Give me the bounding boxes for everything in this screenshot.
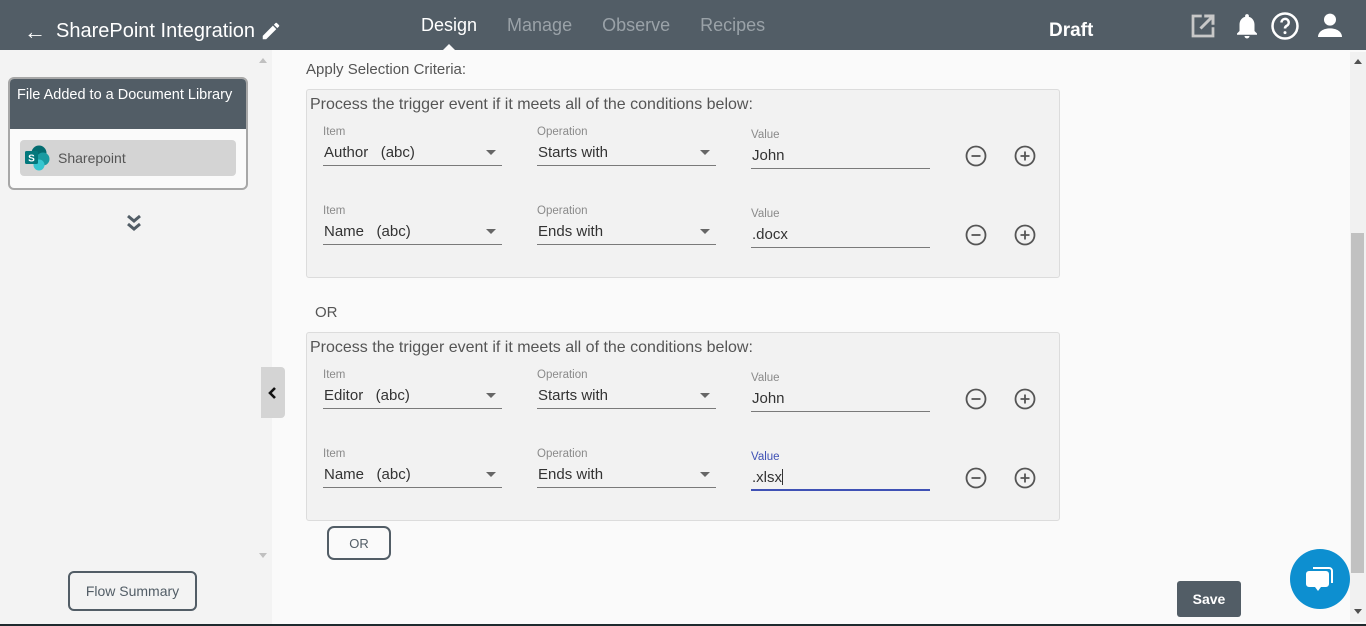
main-tabs: Design Manage Observe Recipes xyxy=(421,0,795,51)
value-input[interactable]: Value John xyxy=(751,369,930,412)
operation-label: Operation xyxy=(537,369,588,381)
operation-value: Starts with xyxy=(538,387,609,404)
value-label: Value xyxy=(751,129,780,141)
svg-text:S: S xyxy=(28,154,35,165)
scroll-up-icon[interactable] xyxy=(1354,59,1362,64)
main-scrollbar-thumb[interactable] xyxy=(1351,233,1364,573)
tab-recipes[interactable]: Recipes xyxy=(700,0,765,50)
operation-select[interactable]: Operation Ends with xyxy=(537,205,716,245)
condition-row: Item Name (abc) Operation Ends with Valu… xyxy=(307,205,1061,275)
value-input-focused[interactable]: Value .xlsx xyxy=(751,448,930,491)
user-icon[interactable] xyxy=(1314,9,1346,41)
condition-group: Process the trigger event if it meets al… xyxy=(306,332,1060,521)
item-label: Item xyxy=(323,369,346,381)
item-value: Name (abc) xyxy=(324,466,411,483)
flow-title: SharePoint Integration xyxy=(56,20,256,42)
or-separator: OR xyxy=(315,304,338,321)
remove-condition-icon[interactable] xyxy=(965,224,987,246)
remove-condition-icon[interactable] xyxy=(965,467,987,489)
value-text: John xyxy=(752,147,785,164)
item-select[interactable]: Item Name (abc) xyxy=(323,205,502,245)
trigger-card[interactable]: File Added to a Document Library S Share… xyxy=(8,77,248,190)
dropdown-caret-icon xyxy=(486,472,496,477)
tab-manage[interactable]: Manage xyxy=(507,0,572,50)
operation-value: Ends with xyxy=(538,223,604,240)
text-cursor xyxy=(782,469,783,485)
dropdown-caret-icon xyxy=(486,393,496,398)
bell-icon[interactable] xyxy=(1232,11,1262,41)
value-text: .docx xyxy=(752,226,788,243)
dropdown-caret-icon xyxy=(700,472,710,477)
condition-group: Process the trigger event if it meets al… xyxy=(306,89,1060,278)
condition-row: Item Editor (abc) Operation Starts with … xyxy=(307,369,1061,439)
add-condition-icon[interactable] xyxy=(1014,467,1036,489)
double-chevron-down-icon[interactable] xyxy=(125,213,143,233)
remove-condition-icon[interactable] xyxy=(965,388,987,410)
selection-criteria-title: Apply Selection Criteria: xyxy=(306,61,467,78)
operation-label: Operation xyxy=(537,448,588,460)
add-condition-icon[interactable] xyxy=(1014,145,1036,167)
help-icon[interactable] xyxy=(1270,11,1300,41)
tab-design[interactable]: Design xyxy=(421,0,477,51)
flow-summary-button[interactable]: Flow Summary xyxy=(68,571,197,611)
value-text: .xlsx xyxy=(752,469,782,486)
condition-row: Item Author (abc) Operation Starts with … xyxy=(307,126,1061,196)
dropdown-caret-icon xyxy=(700,229,710,234)
operation-select[interactable]: Operation Ends with xyxy=(537,448,716,488)
value-label: Value xyxy=(751,372,780,384)
add-condition-icon[interactable] xyxy=(1014,224,1036,246)
chat-button[interactable] xyxy=(1290,549,1350,609)
item-label: Item xyxy=(323,448,346,460)
collapse-sidebar-button[interactable] xyxy=(261,367,285,418)
operation-value: Starts with xyxy=(538,144,609,161)
item-label: Item xyxy=(323,205,346,217)
value-input[interactable]: Value .docx xyxy=(751,205,930,248)
sidebar-scrollbar[interactable] xyxy=(255,50,272,565)
item-select[interactable]: Item Name (abc) xyxy=(323,448,502,488)
group-description: Process the trigger event if it meets al… xyxy=(310,339,753,356)
add-condition-icon[interactable] xyxy=(1014,388,1036,410)
sharepoint-logo-icon: S xyxy=(25,145,50,171)
group-description: Process the trigger event if it meets al… xyxy=(310,96,753,113)
arrow-left-icon[interactable]: ← xyxy=(24,20,46,44)
item-value: Author (abc) xyxy=(324,144,415,161)
item-select[interactable]: Item Editor (abc) xyxy=(323,369,502,409)
dropdown-caret-icon xyxy=(486,150,496,155)
operation-value: Ends with xyxy=(538,466,604,483)
pencil-icon[interactable] xyxy=(260,20,282,42)
value-input[interactable]: Value John xyxy=(751,126,930,169)
operation-select[interactable]: Operation Starts with xyxy=(537,369,716,409)
value-text: John xyxy=(752,390,785,407)
trigger-app-label: Sharepoint xyxy=(58,150,126,166)
value-label: Value xyxy=(751,208,780,220)
item-select[interactable]: Item Author (abc) xyxy=(323,126,502,166)
sidebar-scroll-down-icon[interactable] xyxy=(259,553,267,558)
trigger-title: File Added to a Document Library xyxy=(10,79,246,129)
item-value: Editor (abc) xyxy=(324,387,410,404)
flow-status: Draft xyxy=(1049,20,1094,41)
condition-row: Item Name (abc) Operation Ends with Valu… xyxy=(307,448,1061,518)
scroll-down-icon[interactable] xyxy=(1354,609,1362,614)
item-value: Name (abc) xyxy=(324,223,411,240)
sidebar-scroll-up-icon[interactable] xyxy=(259,58,267,63)
operation-select[interactable]: Operation Starts with xyxy=(537,126,716,166)
dropdown-caret-icon xyxy=(486,229,496,234)
top-bar: ← SharePoint Integration Design Manage O… xyxy=(0,0,1366,51)
dropdown-caret-icon xyxy=(700,393,710,398)
external-link-icon[interactable] xyxy=(1188,11,1218,41)
chevron-left-icon xyxy=(268,386,276,399)
value-label: Value xyxy=(751,451,780,463)
tab-observe[interactable]: Observe xyxy=(602,0,670,50)
item-label: Item xyxy=(323,126,346,138)
dropdown-caret-icon xyxy=(700,150,710,155)
value-text-wrap: .xlsx xyxy=(752,469,783,486)
remove-condition-icon[interactable] xyxy=(965,145,987,167)
operation-label: Operation xyxy=(537,126,588,138)
add-or-group-button[interactable]: OR xyxy=(327,526,391,560)
trigger-app[interactable]: S Sharepoint xyxy=(20,140,236,176)
chat-bubble-icon xyxy=(1306,567,1333,591)
save-button[interactable]: Save xyxy=(1177,581,1241,617)
operation-label: Operation xyxy=(537,205,588,217)
